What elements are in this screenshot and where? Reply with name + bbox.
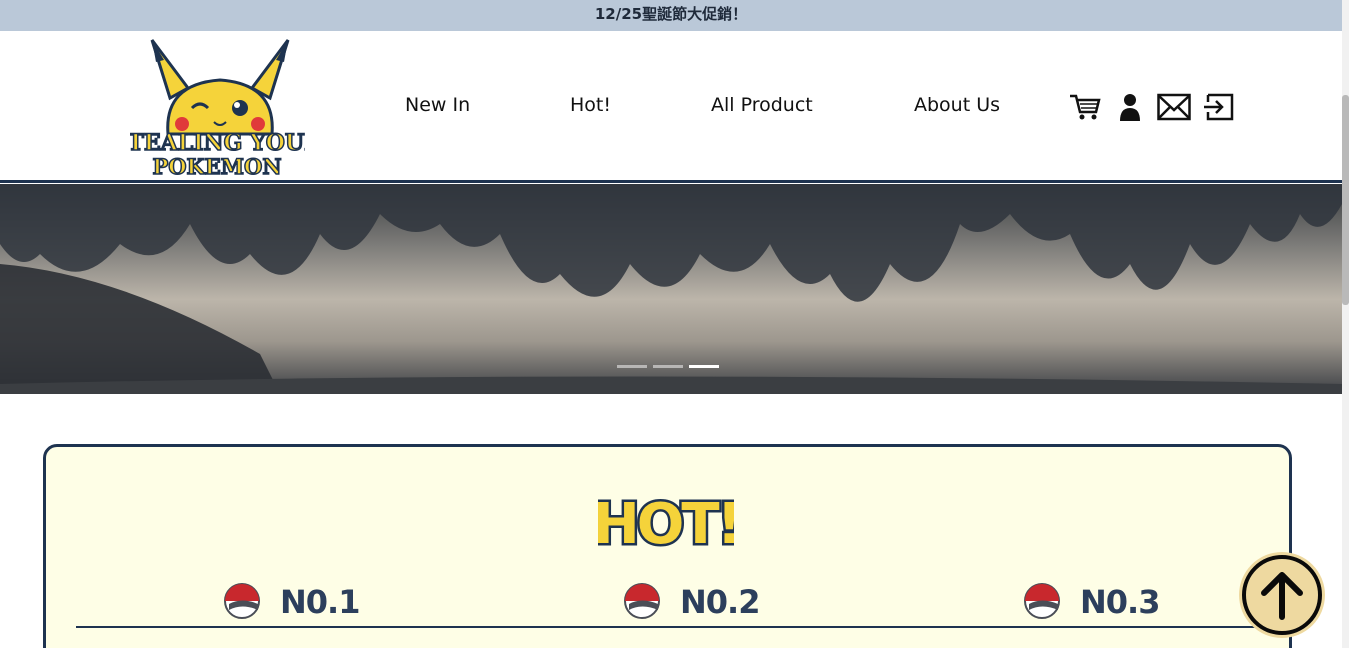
rank-3-label: N0.3: [1080, 583, 1160, 621]
nav-all-product[interactable]: All Product: [711, 94, 813, 116]
mail-icon[interactable]: [1157, 91, 1191, 123]
slide-indicator-2[interactable]: [653, 365, 683, 368]
nav-hot[interactable]: Hot!: [570, 94, 611, 116]
hero-image: [0, 184, 1342, 394]
site-logo[interactable]: STEALING YOUR POKEMON: [130, 36, 305, 182]
arrow-up-icon: [1261, 572, 1303, 620]
page-scrollbar[interactable]: [1342, 0, 1349, 648]
cart-icon[interactable]: [1068, 91, 1102, 123]
nav-about-us[interactable]: About Us: [914, 94, 1000, 116]
logout-icon[interactable]: [1202, 91, 1236, 123]
hot-section: HOT! N0.1 N0.2 N0.3: [43, 444, 1292, 648]
promo-banner: 12/25聖誕節大促銷！: [0, 0, 1342, 31]
hero-slider: [0, 184, 1342, 394]
slide-indicator-1[interactable]: [617, 365, 647, 368]
page: 12/25聖誕節大促銷！ STEALING YOUR POKEMON New I…: [0, 0, 1349, 648]
nav-new-in[interactable]: New In: [405, 94, 470, 116]
logo-text-line2: POKEMON: [152, 154, 281, 179]
pokeball-icon: [1024, 583, 1060, 619]
pokeball-icon: [624, 583, 660, 619]
rank-1-label: N0.1: [280, 583, 360, 621]
back-to-top-button[interactable]: [1242, 555, 1322, 635]
site-header: STEALING YOUR POKEMON New In Hot! All Pr…: [0, 31, 1342, 183]
slide-indicator-3-active[interactable]: [689, 365, 719, 368]
rank-divider: [76, 626, 1259, 628]
promo-text: 12/25聖誕節大促銷！: [594, 5, 748, 23]
hot-title: HOT!: [598, 490, 734, 556]
scrollbar-thumb[interactable]: [1342, 95, 1349, 305]
logo-text-line1: STEALING YOUR: [130, 130, 305, 156]
rank-2-label: N0.2: [680, 583, 760, 621]
user-icon[interactable]: [1113, 91, 1147, 123]
svg-text:HOT!: HOT!: [598, 492, 734, 555]
pokeball-icon: [224, 583, 260, 619]
